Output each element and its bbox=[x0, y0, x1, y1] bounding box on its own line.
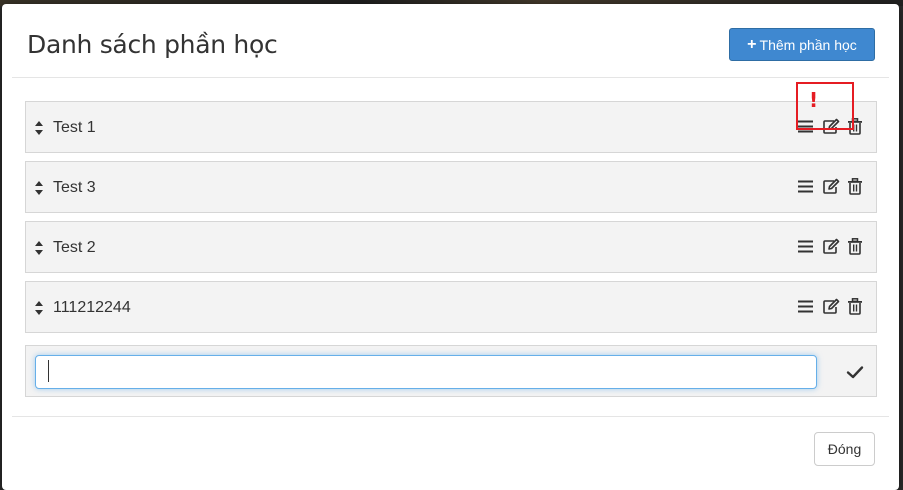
trash-icon[interactable] bbox=[847, 298, 864, 315]
exclamation-mark: ! bbox=[809, 88, 819, 112]
section-row: Test 2 bbox=[25, 221, 877, 273]
bars-icon[interactable] bbox=[797, 178, 814, 195]
modal-title: Danh sách phần học bbox=[27, 30, 278, 59]
section-name: Test 2 bbox=[53, 239, 96, 256]
section-row: 111212244 bbox=[25, 281, 877, 333]
trash-icon[interactable] bbox=[847, 238, 864, 255]
plus-icon: + bbox=[747, 35, 757, 53]
modal-header: Danh sách phần học + Thêm phần học bbox=[12, 4, 889, 78]
row-actions bbox=[797, 238, 864, 255]
section-name: 111212244 bbox=[53, 299, 131, 316]
bars-icon[interactable] bbox=[797, 238, 814, 255]
section-row: Test 3 bbox=[25, 161, 877, 213]
new-section-input[interactable] bbox=[35, 355, 817, 389]
modal-footer-divider bbox=[12, 416, 889, 417]
bars-icon[interactable] bbox=[797, 298, 814, 315]
check-icon[interactable] bbox=[846, 363, 864, 381]
section-list-modal: Danh sách phần học + Thêm phần học Test … bbox=[2, 4, 899, 490]
add-section-button-label: Thêm phần học bbox=[759, 36, 857, 53]
add-section-button[interactable]: + Thêm phần học bbox=[729, 28, 875, 61]
sort-icon[interactable] bbox=[34, 240, 44, 256]
close-button[interactable]: Đóng bbox=[814, 432, 875, 466]
text-cursor bbox=[48, 360, 49, 382]
sort-icon[interactable] bbox=[34, 180, 44, 196]
sort-icon[interactable] bbox=[34, 120, 44, 136]
section-name: Test 1 bbox=[53, 119, 96, 136]
trash-icon[interactable] bbox=[847, 178, 864, 195]
red-annotation-box: ! bbox=[796, 82, 854, 130]
edit-icon[interactable] bbox=[822, 238, 840, 255]
edit-icon[interactable] bbox=[822, 178, 840, 195]
row-actions bbox=[797, 178, 864, 195]
edit-icon[interactable] bbox=[822, 298, 840, 315]
row-actions bbox=[797, 298, 864, 315]
section-row: Test 1 bbox=[25, 101, 877, 153]
section-name: Test 3 bbox=[53, 179, 96, 196]
new-section-row bbox=[25, 345, 877, 397]
sort-icon[interactable] bbox=[34, 300, 44, 316]
